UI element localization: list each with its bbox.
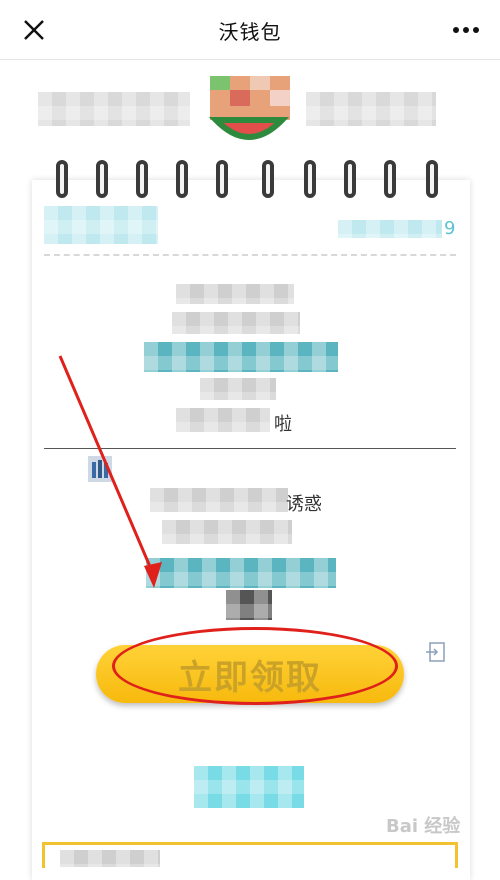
blurred-line — [60, 850, 160, 867]
red-arrow-icon — [58, 355, 162, 588]
exit-icon[interactable] — [424, 640, 448, 664]
red-circle-annotation — [112, 627, 398, 705]
baidu-watermark: Bai 经验 — [386, 816, 461, 837]
blurred-highlight — [194, 766, 304, 808]
